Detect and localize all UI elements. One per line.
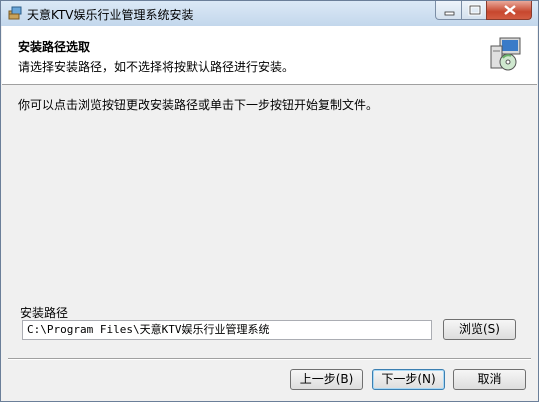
window-title: 天意KTV娱乐行业管理系统安装: [27, 8, 194, 22]
page-header: 安装路径选取 请选择安装路径，如不选择将按默认路径进行安装。: [2, 26, 537, 85]
install-path-field[interactable]: C:\Program Files\天意KTV娱乐行业管理系统: [22, 320, 432, 340]
page-subtitle: 请选择安装路径，如不选择将按默认路径进行安装。: [18, 60, 295, 74]
maximize-button[interactable]: [461, 1, 487, 20]
browse-button[interactable]: 浏览(S): [443, 319, 516, 340]
page-title: 安装路径选取: [18, 40, 91, 54]
minimize-button[interactable]: [435, 1, 462, 20]
setup-computer-cd-icon: [489, 36, 523, 72]
close-button[interactable]: [486, 1, 532, 20]
installer-window: 天意KTV娱乐行业管理系统安装 安装路径选取 请选择安装路径，如不选择将按默认路…: [0, 0, 539, 402]
next-button[interactable]: 下一步(N): [372, 369, 445, 390]
title-bar[interactable]: 天意KTV娱乐行业管理系统安装: [1, 1, 538, 26]
minimize-icon: [444, 11, 455, 16]
footer-divider: [8, 358, 531, 360]
close-icon: [504, 5, 516, 15]
instructions-text: 你可以点击浏览按钮更改安装路径或单击下一步按钮开始复制文件。: [18, 98, 379, 112]
cancel-button[interactable]: 取消: [453, 369, 526, 390]
back-button[interactable]: 上一步(B): [290, 369, 363, 390]
maximize-icon: [468, 4, 482, 16]
install-path-label: 安装路径: [20, 306, 69, 320]
installer-box-icon: [7, 5, 23, 21]
